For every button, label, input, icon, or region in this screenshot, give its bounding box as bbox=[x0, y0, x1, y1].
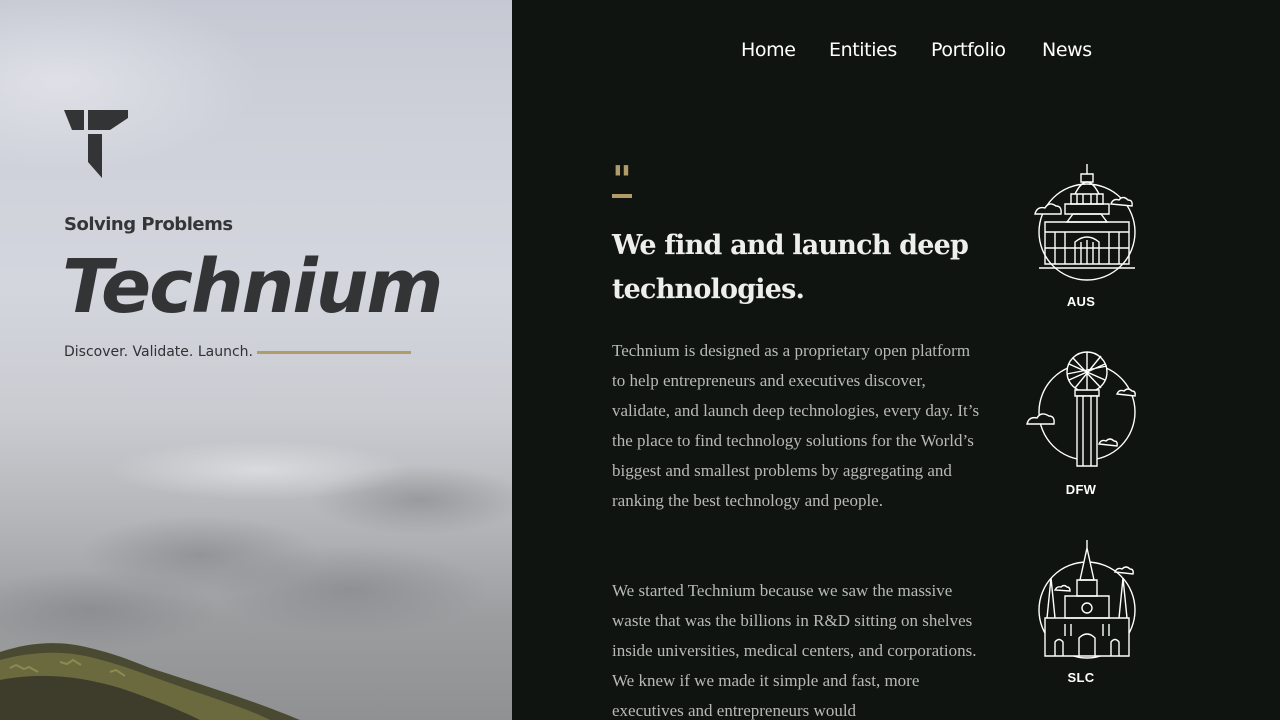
headline: We find and launch deep technologies. bbox=[612, 230, 969, 305]
brand-title: Technium bbox=[62, 244, 444, 330]
quote-underline bbox=[612, 194, 632, 198]
salt-lake-cathedral-icon bbox=[1038, 540, 1136, 659]
city-slc: SLC bbox=[1018, 538, 1144, 685]
hero-panel: Solving Problems Technium Discover. Vali… bbox=[0, 0, 512, 720]
hero-kicker: Solving Problems bbox=[64, 214, 233, 235]
technium-logo-icon bbox=[64, 110, 128, 178]
dallas-reunion-tower-icon bbox=[1026, 351, 1136, 467]
city-dfw: DFW bbox=[1018, 350, 1144, 497]
hero-subline: Discover. Validate. Launch. bbox=[64, 344, 253, 360]
austin-capitol-icon bbox=[1034, 164, 1136, 281]
city-aus: AUS bbox=[1018, 162, 1144, 309]
main-nav: Home Entities Portfolio News bbox=[741, 36, 1102, 66]
city-label-dfw: DFW bbox=[1065, 482, 1097, 497]
gold-divider bbox=[257, 351, 411, 354]
city-label-slc: SLC bbox=[1067, 670, 1095, 685]
story-paragraph: We started Technium because we saw the m… bbox=[612, 581, 977, 720]
nav-news-link[interactable]: News bbox=[1042, 36, 1102, 66]
nav-portfolio-link[interactable]: Portfolio bbox=[931, 36, 1042, 66]
nav-entities-link[interactable]: Entities bbox=[829, 36, 931, 66]
intro-paragraph: Technium is designed as a proprietary op… bbox=[612, 341, 980, 510]
nav-home-link[interactable]: Home bbox=[741, 36, 829, 66]
city-label-aus: AUS bbox=[1066, 294, 1096, 309]
